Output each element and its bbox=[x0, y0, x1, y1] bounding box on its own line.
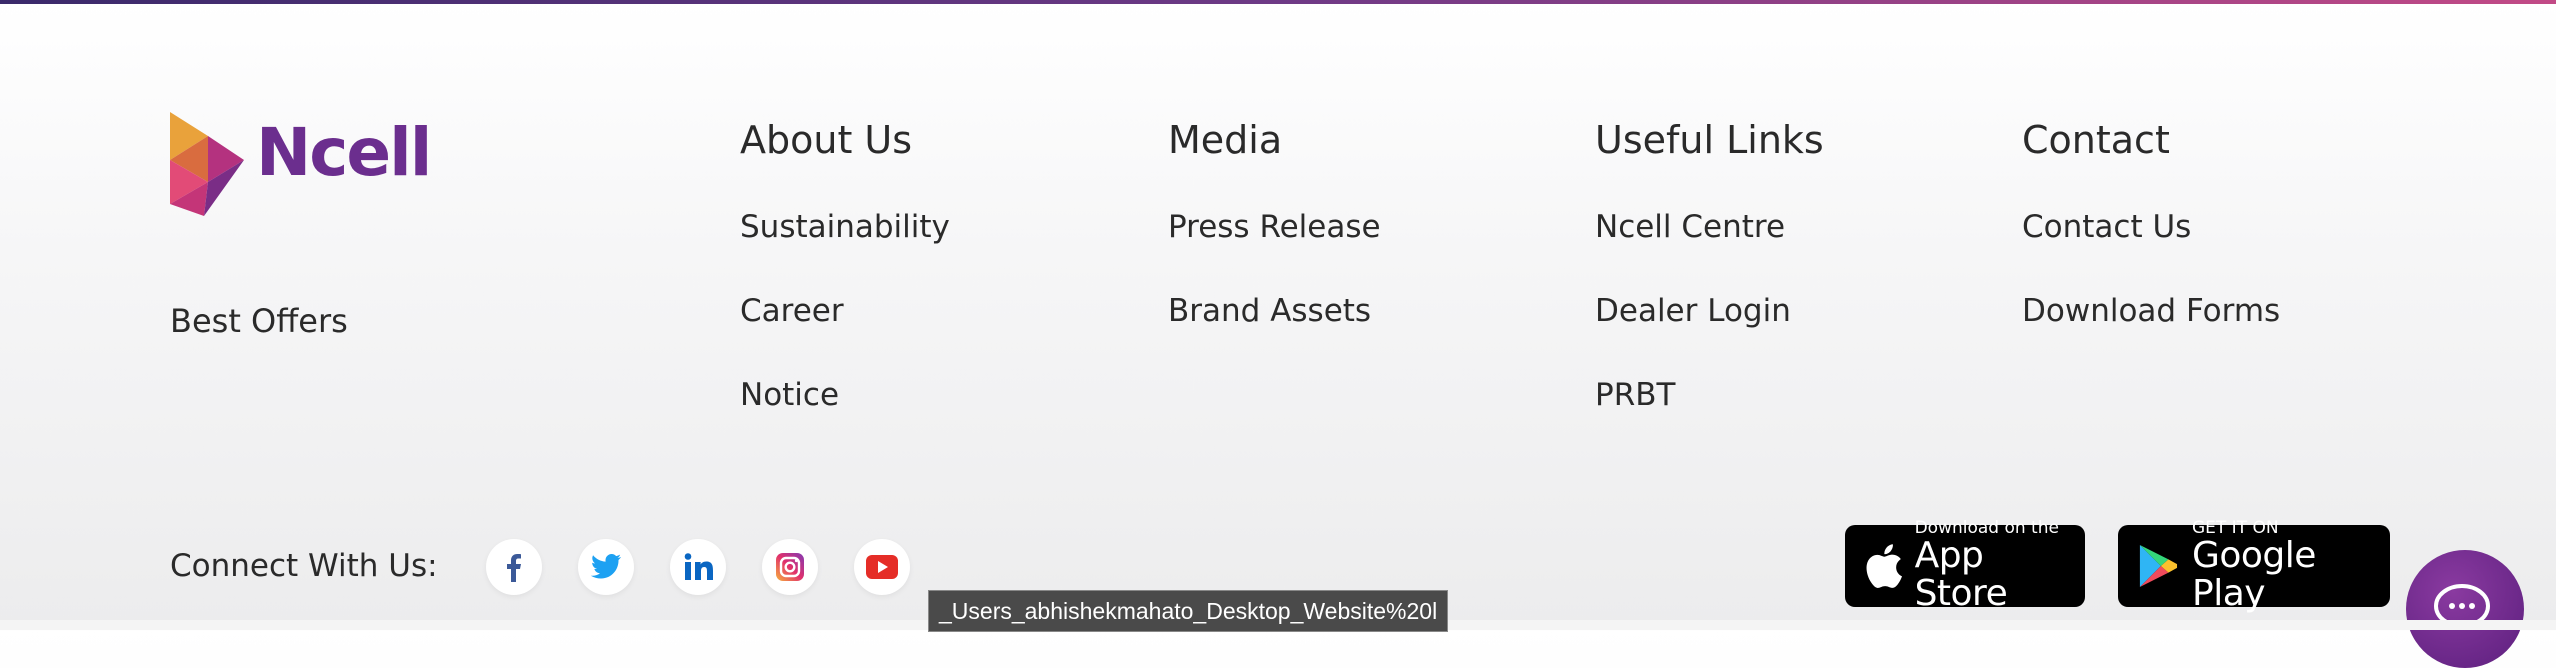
linkedin-icon[interactable] bbox=[670, 539, 726, 595]
ncell-logo[interactable]: Ncell bbox=[168, 112, 432, 222]
column-title-about: About Us bbox=[740, 118, 913, 162]
best-offers-link[interactable]: Best Offers bbox=[170, 302, 348, 340]
link-sustainability[interactable]: Sustainability bbox=[740, 208, 950, 246]
link-career[interactable]: Career bbox=[740, 292, 950, 330]
chat-bubble-icon[interactable] bbox=[2406, 550, 2524, 668]
link-download-forms[interactable]: Download Forms bbox=[2022, 292, 2280, 330]
connect-with-us-label: Connect With Us: bbox=[170, 548, 438, 584]
apple-icon bbox=[1866, 544, 1902, 588]
footer-column-media: Media Press Release Brand Assets bbox=[1168, 118, 1381, 376]
link-prbt[interactable]: PRBT bbox=[1595, 376, 1824, 414]
footer-column-about: About Us Sustainability Career Notice bbox=[740, 118, 950, 460]
google-play-big-text: Google Play bbox=[2191, 535, 2316, 614]
column-title-useful-links: Useful Links bbox=[1595, 118, 1824, 162]
twitter-icon[interactable] bbox=[578, 539, 634, 595]
app-store-big-text: App Store bbox=[1914, 535, 2008, 614]
instagram-icon[interactable] bbox=[762, 539, 818, 595]
youtube-icon[interactable] bbox=[854, 539, 910, 595]
app-store-button[interactable]: Download on the App Store bbox=[1845, 519, 2085, 613]
link-notice[interactable]: Notice bbox=[740, 376, 950, 414]
column-title-contact: Contact bbox=[2022, 118, 2170, 162]
link-contact-us[interactable]: Contact Us bbox=[2022, 208, 2280, 246]
link-url-tooltip: _Users_abhishekmahato_Desktop_Website%20… bbox=[928, 590, 1449, 632]
footer-column-useful-links: Useful Links Ncell Centre Dealer Login P… bbox=[1595, 118, 1824, 460]
google-play-icon bbox=[2139, 545, 2178, 587]
facebook-icon[interactable] bbox=[486, 539, 542, 595]
ncell-logo-mark bbox=[170, 112, 244, 216]
column-title-media: Media bbox=[1168, 118, 1283, 162]
link-brand-assets[interactable]: Brand Assets bbox=[1168, 292, 1381, 330]
google-play-button[interactable]: GET IT ON Google Play bbox=[2118, 519, 2390, 613]
top-accent-bar bbox=[0, 0, 2556, 4]
link-dealer-login[interactable]: Dealer Login bbox=[1595, 292, 1824, 330]
ncell-logo-text: Ncell bbox=[256, 114, 432, 191]
footer-column-contact: Contact Contact Us Download Forms bbox=[2022, 118, 2280, 376]
link-press-release[interactable]: Press Release bbox=[1168, 208, 1381, 246]
link-ncell-centre[interactable]: Ncell Centre bbox=[1595, 208, 1824, 246]
